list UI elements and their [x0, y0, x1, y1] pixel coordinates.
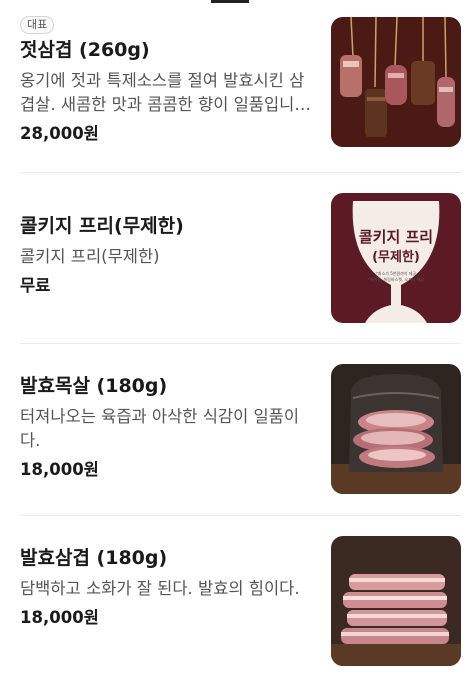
corkage-poster-image: 콜키지 프리 (무제한) *최소가 5천원까지 제공 *와인잔, 칠링바스켓, … — [331, 193, 461, 323]
menu-item[interactable]: 발효삼겹 (180g) 담백하고 소화가 잘 된다. 발효의 힘이다. 18,0… — [0, 516, 472, 686]
menu-item[interactable]: 발효목살 (180g) 터져나오는 육즙과 아삭한 식감이 일품이다. 18,0… — [0, 344, 472, 515]
poster-note: *최소가 5천원까지 제공 — [376, 270, 417, 276]
item-name: 콜키지 프리(무제한) — [20, 215, 184, 237]
menu-item[interactable]: 콜키지 프리(무제한) 콜키지 프리(무제한) 무료 콜키지 프리 (무제한) … — [0, 173, 472, 343]
item-name: 발효목살 (180g) — [20, 375, 168, 397]
item-price: 무료 — [20, 276, 51, 295]
item-description: 터져나오는 육즙과 아삭한 식감이 일품이다. — [20, 407, 300, 450]
item-price: 28,000원 — [20, 124, 99, 143]
poster-title: 콜키지 프리 — [359, 228, 433, 246]
item-description: 콜키지 프리(무제한) — [20, 247, 160, 266]
item-photo — [331, 17, 461, 147]
item-description: 옹기에 젓과 특제소스를 절여 발효시킨 삼겹살. 새콤한 맛과 콤콤한 향이 … — [20, 71, 305, 114]
poster-note: *와인잔, 칠링바스켓, 오프너 제공 — [368, 276, 425, 282]
item-description: 담백하고 소화가 잘 된다. 발효의 힘이다. — [20, 579, 300, 598]
item-price: 18,000원 — [20, 460, 99, 479]
poster-subtitle: (무제한) — [372, 249, 420, 265]
item-photo — [331, 536, 461, 666]
item-name: 발효삼겹 (180g) — [20, 547, 168, 569]
item-photo — [331, 364, 461, 494]
item-price: 18,000원 — [20, 608, 99, 627]
item-name: 젓삼겹 (260g) — [20, 39, 150, 61]
menu-item[interactable]: 대표 젓삼겹 (260g) 옹기에 젓과 특제소스를 절여 발효시킨 삼겹살. … — [0, 0, 472, 172]
signature-badge: 대표 — [20, 16, 55, 34]
